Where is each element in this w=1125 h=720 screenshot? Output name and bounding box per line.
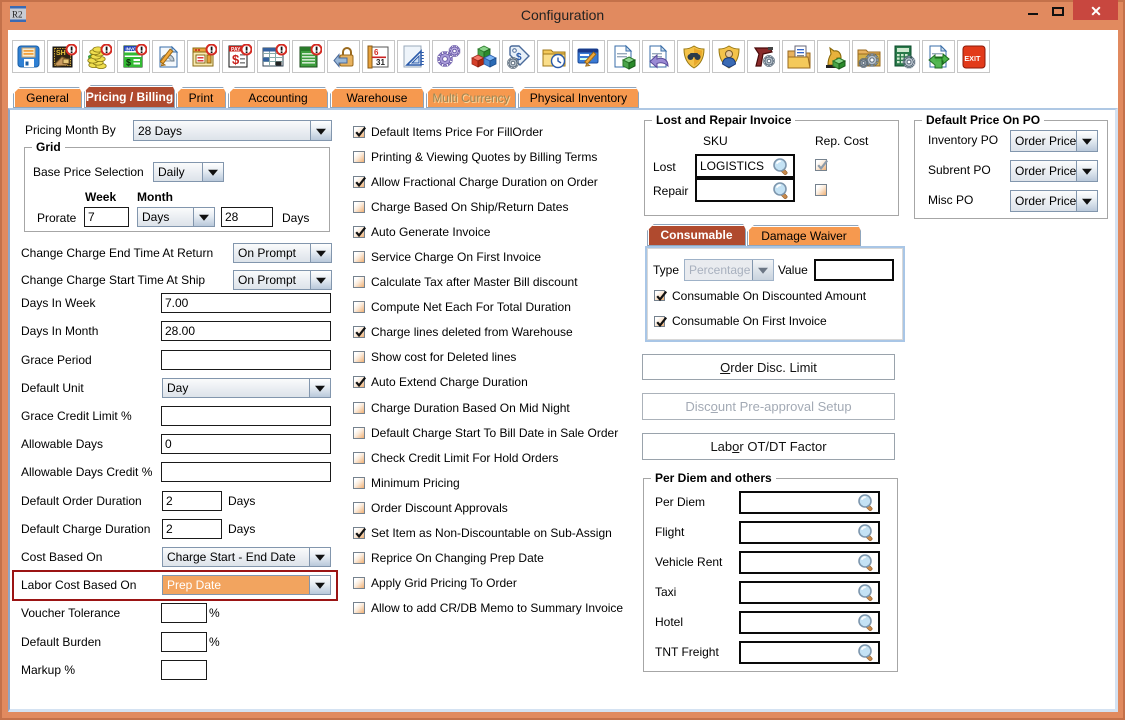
svg-text:$: $ <box>232 52 240 67</box>
svg-text:SH: SH <box>56 50 66 57</box>
svg-text:$: $ <box>516 52 522 63</box>
svg-text:$: $ <box>126 58 131 68</box>
svg-text:EXIT: EXIT <box>964 54 981 63</box>
svg-text:6: 6 <box>374 48 379 57</box>
svg-text:R2: R2 <box>12 10 23 20</box>
svg-text:INVC: INVC <box>126 47 138 52</box>
svg-text:31: 31 <box>376 58 385 67</box>
